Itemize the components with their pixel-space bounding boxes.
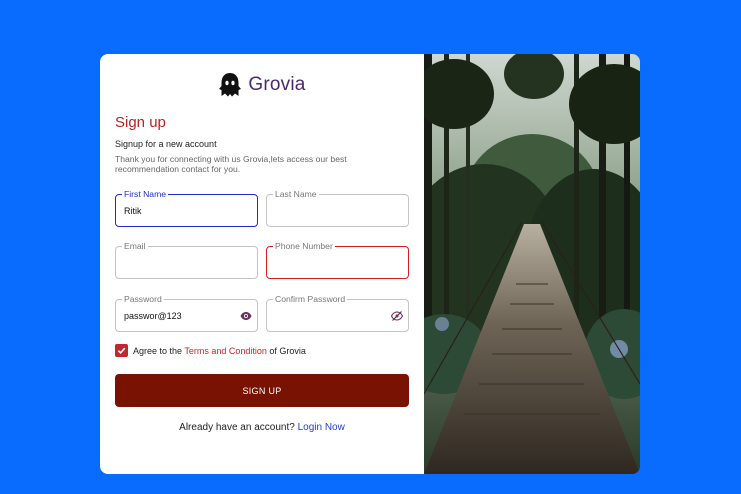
confirm-password-label: Confirm Password <box>273 294 348 304</box>
login-prompt: Already have an account? Login Now <box>100 422 424 433</box>
first-name-value: Ritik <box>124 206 142 216</box>
email-label: Email <box>122 241 148 251</box>
sign-up-button[interactable]: SIGN UP <box>115 374 409 407</box>
brand: Grovia <box>100 72 424 98</box>
eye-off-icon[interactable] <box>391 310 403 322</box>
last-name-field[interactable]: Last Name <box>266 189 409 227</box>
page-subtitle: Signup for a new account <box>115 139 217 149</box>
email-field[interactable]: Email <box>115 241 258 279</box>
first-name-field[interactable]: First Name Ritik <box>115 189 258 227</box>
login-prompt-text: Already have an account? <box>179 422 298 433</box>
signup-form: Grovia Sign up Signup for a new account … <box>100 54 424 474</box>
brand-name: Grovia <box>248 74 306 95</box>
confirm-password-field[interactable]: Confirm Password <box>266 294 409 332</box>
terms-text: Agree to the Terms and Condition of Grov… <box>133 346 306 356</box>
ghost-logo-icon <box>219 73 242 97</box>
forest-bridge-photo <box>424 54 640 474</box>
check-icon <box>117 347 126 355</box>
eye-icon[interactable] <box>240 310 252 322</box>
password-value: passwor@123 <box>124 311 182 321</box>
password-label: Password <box>122 294 164 304</box>
signup-card: Grovia Sign up Signup for a new account … <box>100 54 640 474</box>
phone-number-field[interactable]: Phone Number <box>266 241 409 279</box>
terms-link[interactable]: Terms and Condition <box>184 346 267 356</box>
terms-agreement: Agree to the Terms and Condition of Grov… <box>115 344 306 357</box>
page-description: Thank you for connecting with us Grovia,… <box>115 154 347 174</box>
password-field[interactable]: Password passwor@123 <box>115 294 258 332</box>
terms-prefix: Agree to the <box>133 345 185 356</box>
login-now-link[interactable]: Login Now <box>298 422 345 433</box>
phone-number-label: Phone Number <box>273 241 335 251</box>
first-name-label: First Name <box>122 189 169 199</box>
terms-suffix: of Grovia <box>266 345 306 356</box>
forest-bridge-image <box>424 54 640 474</box>
page-title: Sign up <box>115 114 166 131</box>
terms-checkbox[interactable] <box>115 344 128 357</box>
last-name-label: Last Name <box>273 189 319 199</box>
